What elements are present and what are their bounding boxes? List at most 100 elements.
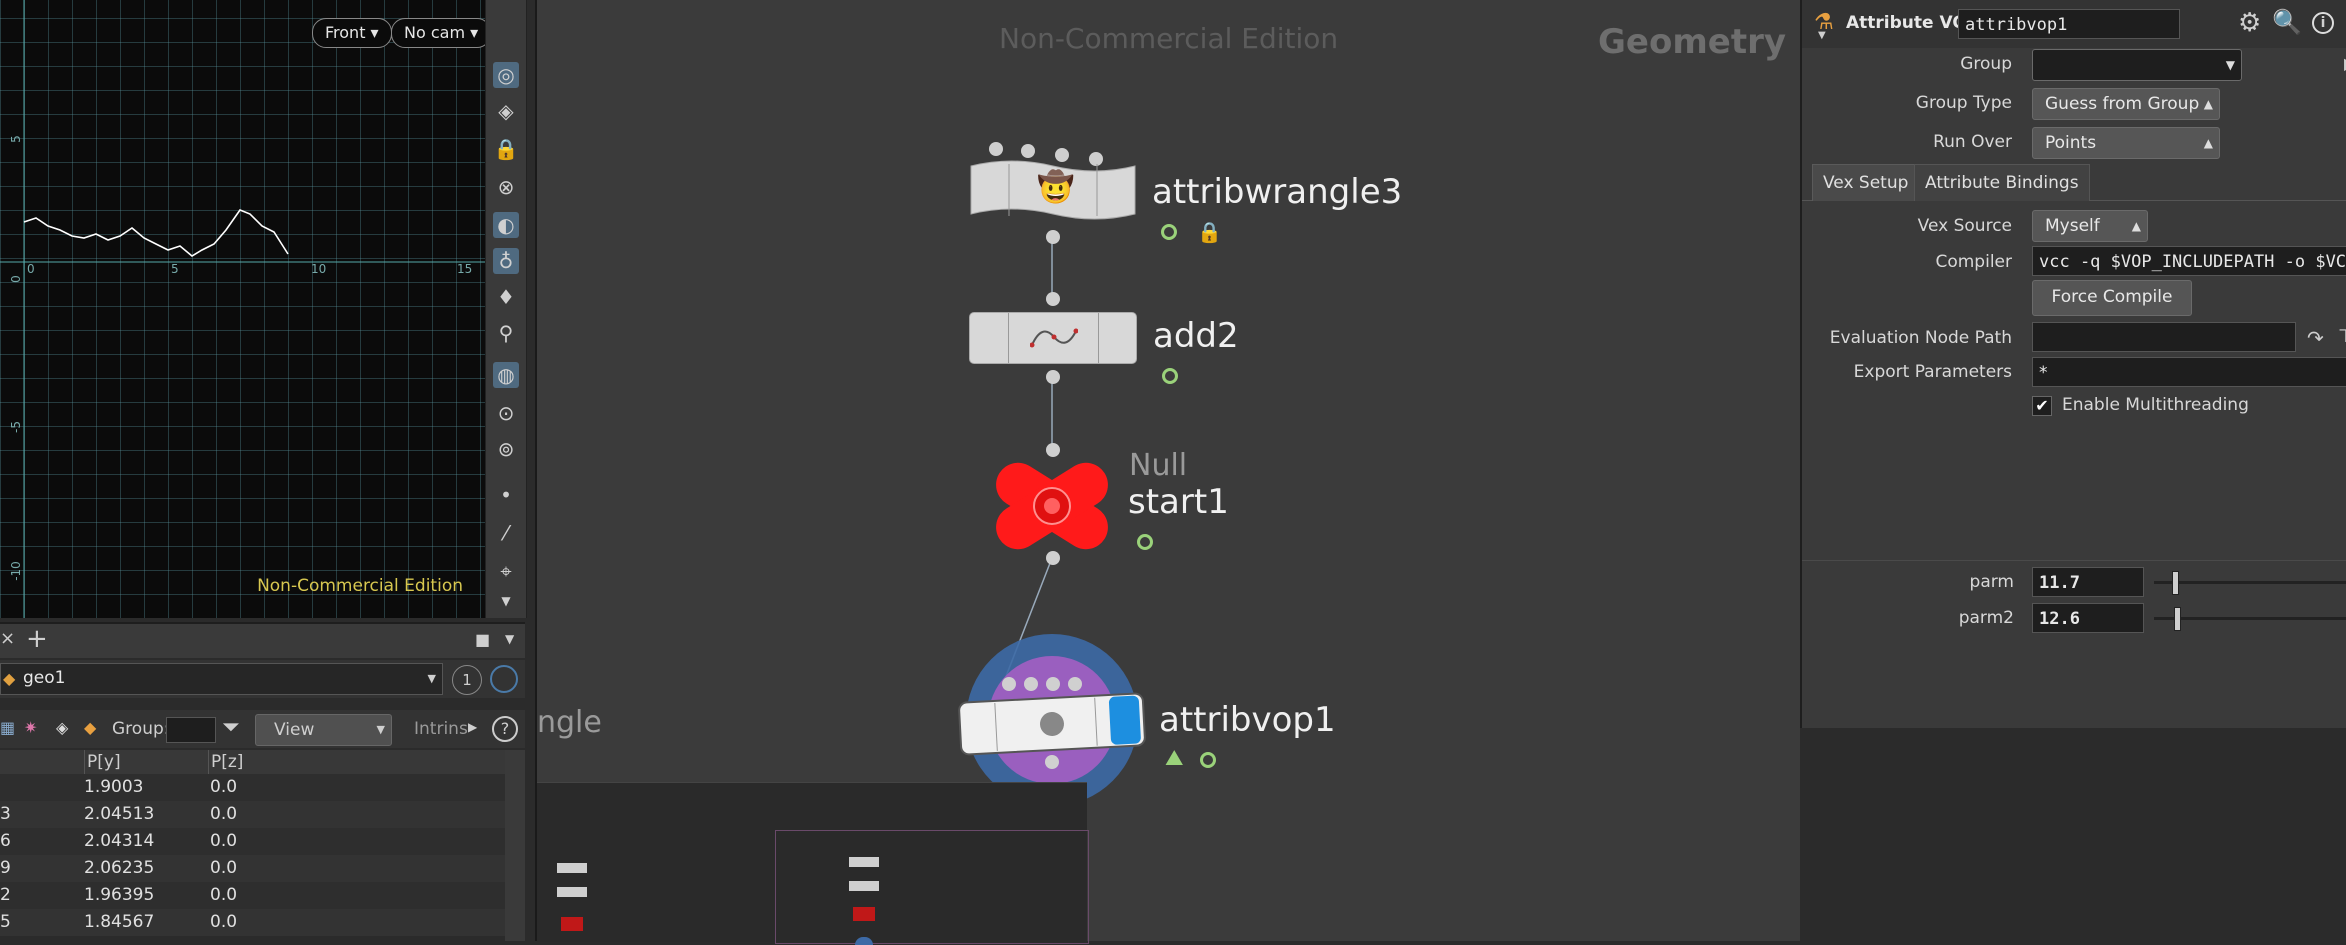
node-path-field[interactable]: ◆ geo1 ▼ [0, 663, 443, 695]
headlight-icon[interactable]: ⚲ [493, 320, 519, 346]
overview-node [557, 863, 587, 873]
attribwrangle-node[interactable]: 🤠 [969, 138, 1137, 244]
jump-to-node-icon[interactable]: ↷ [2307, 326, 2324, 350]
wrangle-cowboy-icon: 🤠 [1037, 170, 1075, 205]
input-connector[interactable] [989, 142, 1003, 156]
add-tab-icon[interactable]: + [26, 624, 48, 654]
force-compile-button[interactable]: Force Compile [2032, 280, 2192, 316]
pick-tool-icon[interactable]: ⌖ [493, 558, 519, 584]
chevron-right-icon[interactable]: ▶ [468, 720, 477, 734]
table-row[interactable]: 2 1.96395 0.0 [0, 882, 505, 909]
parm2-slider[interactable] [2154, 617, 2346, 620]
input-connector[interactable] [1021, 144, 1035, 158]
export-params-field[interactable]: * [2032, 357, 2346, 387]
visualizer-play-icon[interactable]: ⊚ [493, 436, 519, 462]
display-options-icon[interactable]: ◎ [493, 62, 519, 88]
spreadsheet-table: P[y] P[z] 1.9003 0.0 3 2.04513 0.0 6 2.0… [0, 750, 525, 941]
parm-slider-knob[interactable] [2172, 571, 2179, 595]
run-over-menu[interactable]: Points ▲ [2032, 127, 2220, 159]
intrinsics-label[interactable]: Intrins [414, 719, 468, 739]
eval-node-path-label: Evaluation Node Path [1829, 328, 2012, 348]
add-node[interactable] [969, 312, 1137, 364]
table-row[interactable]: 1.9003 0.0 [0, 774, 505, 801]
search-icon[interactable]: 🔍 [2272, 8, 2302, 36]
chevron-down-icon[interactable]: ▼ [428, 672, 436, 685]
group-field[interactable]: ▼ [2032, 49, 2242, 81]
vertices-mode-icon[interactable]: ✷ [24, 718, 37, 737]
table-scrollbar[interactable] [505, 750, 525, 941]
time-dependent-icon [1161, 224, 1177, 240]
output-connector[interactable] [1046, 551, 1060, 565]
parm-field[interactable]: 11.7 [2032, 567, 2144, 597]
viewport-curve-plot [0, 0, 485, 618]
node-type-label: Null [1129, 448, 1188, 483]
group-filter-field[interactable] [166, 717, 216, 743]
parm2-field[interactable]: 12.6 [2032, 603, 2144, 633]
column-header[interactable]: P[y] [84, 750, 207, 774]
lock-icon[interactable]: 🔒 [1197, 220, 1222, 244]
light-bulb-icon[interactable]: ♦ [493, 284, 519, 310]
scene-viewport[interactable]: Front ▾ No cam ▾ 0 5 10 15 5 0 -5 -10 No… [0, 0, 485, 618]
node-chooser-icon[interactable]: ⊤ [2338, 326, 2346, 347]
node-name-label[interactable]: start1 [1128, 482, 1229, 522]
pz-value: 0.0 [210, 777, 238, 797]
multithreading-checkbox[interactable]: ✔ [2032, 396, 2052, 416]
parm2-label: parm2 [1958, 608, 2014, 628]
network-overview[interactable] [537, 782, 1089, 945]
hide-icon[interactable]: ⊗ [493, 174, 519, 200]
close-tab-icon[interactable]: × [0, 628, 15, 649]
help-icon[interactable]: ? [492, 716, 518, 742]
x-tick-label: 0 [27, 262, 35, 276]
points-mode-icon[interactable]: ▦ [0, 718, 15, 737]
detail-mode-icon[interactable]: ◆ [84, 718, 96, 737]
null-node[interactable] [987, 455, 1117, 557]
visualizer-icon[interactable]: ⊙ [493, 400, 519, 426]
node-name-field[interactable]: attribvop1 [1958, 9, 2180, 39]
lighting-icon[interactable]: ♁ [493, 248, 519, 274]
table-row[interactable]: 3 2.04513 0.0 [0, 801, 505, 828]
offscreen-node-label[interactable]: ngle [537, 705, 602, 740]
compiler-field[interactable]: vcc -q $VOP_INCLUDEPATH -o $VC [2032, 246, 2346, 276]
network-editor[interactable]: Non-Commercial Edition Geometry 🤠 attrib… [535, 0, 1802, 945]
output-connector[interactable] [1046, 230, 1060, 244]
output-connector[interactable] [1046, 370, 1060, 384]
normal-display-icon[interactable]: ⁄ [493, 520, 519, 546]
row-index: 5 [0, 912, 11, 932]
primitives-mode-icon[interactable]: ◈ [56, 718, 68, 737]
chevron-down-icon[interactable]: ▼ [1818, 30, 1826, 41]
table-row[interactable]: 9 2.06235 0.0 [0, 855, 505, 882]
pane-menu-icon[interactable]: ▼ [505, 632, 514, 646]
parm-slider[interactable] [2154, 581, 2346, 584]
template-display-icon[interactable]: ◈ [493, 98, 519, 124]
filter-funnel-icon[interactable]: ⏷ [222, 715, 240, 740]
point-display-icon[interactable]: • [493, 482, 519, 508]
py-value: 2.04513 [84, 804, 155, 824]
eval-node-path-field[interactable] [2032, 322, 2296, 352]
node-name-label[interactable]: add2 [1153, 316, 1239, 356]
time-dependent-icon [1137, 534, 1153, 550]
parm2-slider-knob[interactable] [2174, 607, 2181, 631]
view-menu[interactable]: View ▼ [255, 714, 392, 746]
group-type-menu[interactable]: Guess from Group ▲ [2032, 88, 2220, 120]
input-connector[interactable] [1046, 292, 1060, 306]
overview-null-node [561, 917, 583, 931]
chevron-down-icon[interactable]: ▼ [2226, 50, 2235, 80]
table-row[interactable]: 6 2.04314 0.0 [0, 828, 505, 855]
tab-attribute-bindings[interactable]: Attribute Bindings [1914, 164, 2090, 201]
pin-pane-icon[interactable] [490, 665, 518, 693]
node-name-label[interactable]: attribvop1 [1159, 700, 1336, 740]
lock-camera-icon[interactable]: 🔒 [493, 136, 519, 162]
table-row[interactable]: 5 1.84567 0.0 [0, 909, 505, 936]
background-icon[interactable]: ◍ [493, 362, 519, 388]
node-name-label[interactable]: attribwrangle3 [1152, 172, 1402, 212]
toolbar-scroll-down-icon[interactable]: ▼ [493, 588, 519, 614]
gear-icon[interactable]: ⚙ [2238, 8, 2261, 38]
node-count-badge[interactable]: 1 [452, 665, 482, 695]
pane-maximize-icon[interactable]: ■ [475, 630, 490, 649]
tab-vex-setup[interactable]: Vex Setup [1812, 164, 1920, 201]
shading-icon[interactable]: ◐ [493, 212, 519, 238]
parameter-header: ⚗ ▼ Attribute VOP attribvop1 ⚙ 🔍 i [1802, 0, 2346, 48]
vex-source-menu[interactable]: Myself ▲ [2032, 210, 2148, 242]
info-icon[interactable]: i [2312, 12, 2334, 34]
column-header[interactable]: P[z] [208, 750, 339, 774]
